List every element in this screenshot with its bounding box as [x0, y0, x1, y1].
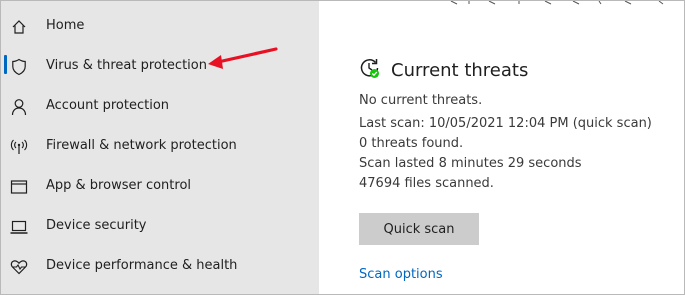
sidebar-item-label: Home — [46, 18, 85, 33]
sidebar-item-device-security[interactable]: Device security — [1, 209, 319, 245]
sidebar-item-label: Device performance & health — [46, 258, 238, 273]
scan-refresh-check-icon — [359, 57, 381, 83]
sidebar-item-label: Device security — [46, 218, 147, 233]
home-icon — [10, 18, 28, 36]
quick-scan-button[interactable]: Quick scan — [359, 213, 479, 245]
sidebar-item-account-protection[interactable]: Account protection — [1, 89, 319, 125]
files-scanned-text: 47694 files scanned. — [359, 176, 494, 191]
sidebar-item-label: App & browser control — [46, 178, 192, 193]
scan-duration-text: Scan lasted 8 minutes 29 seconds — [359, 156, 582, 171]
sidebar-item-label: Account protection — [46, 98, 170, 113]
threats-found-text: 0 threats found. — [359, 136, 464, 151]
sidebar-nav: Home Virus & threat protection Account p… — [1, 1, 319, 294]
sidebar-item-label: Firewall & network protection — [46, 138, 237, 153]
windows-security-window: Home Virus & threat protection Account p… — [0, 0, 685, 295]
antenna-icon — [10, 138, 28, 156]
sidebar-item-firewall-network-protection[interactable]: Firewall & network protection — [1, 129, 319, 165]
main-content: Current threats No current threats. Last… — [319, 1, 684, 294]
sidebar-item-app-browser-control[interactable]: App & browser control — [1, 169, 319, 205]
shield-icon — [10, 58, 28, 76]
person-icon — [10, 98, 28, 116]
sidebar-item-home[interactable]: Home — [1, 9, 319, 45]
threat-status-text: No current threats. — [359, 93, 483, 108]
annotation-arrow — [208, 47, 278, 69]
sidebar-item-device-performance-health[interactable]: Device performance & health — [1, 249, 319, 285]
app-window-icon — [10, 178, 28, 196]
laptop-icon — [10, 218, 28, 236]
sidebar-item-label: Virus & threat protection — [46, 58, 207, 73]
cut-off-header-text — [450, 1, 664, 5]
scan-options-link[interactable]: Scan options — [359, 267, 443, 282]
last-scan-text: Last scan: 10/05/2021 12:04 PM (quick sc… — [359, 116, 652, 131]
current-threats-heading: Current threats — [359, 57, 528, 83]
heart-icon — [10, 258, 28, 276]
section-title: Current threats — [391, 59, 529, 81]
